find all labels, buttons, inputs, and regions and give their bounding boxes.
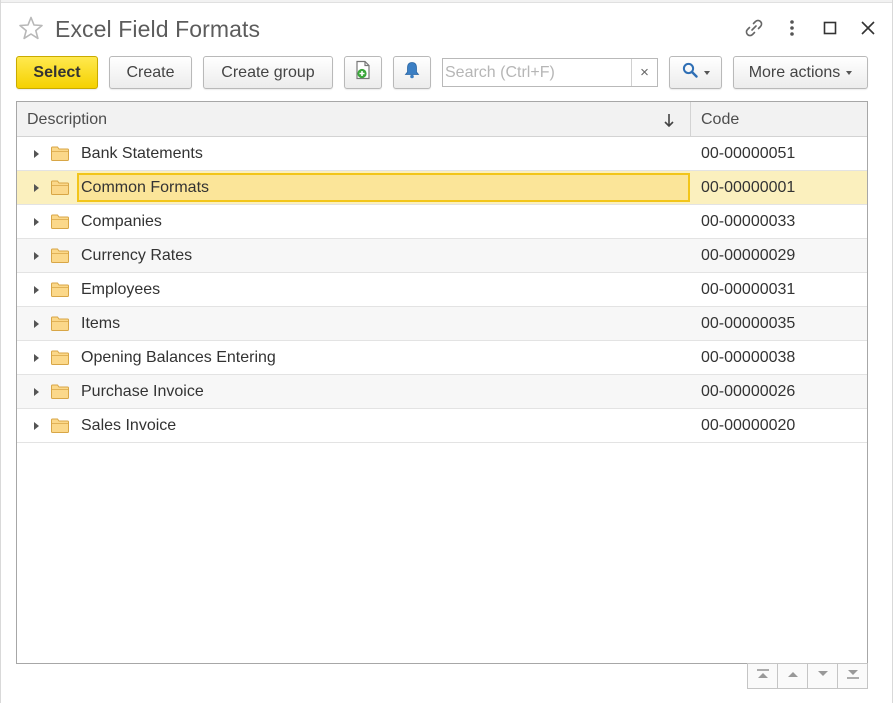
table-row[interactable]: Currency Rates 00-00000029 — [17, 239, 867, 273]
column-header-description[interactable]: Description — [27, 102, 107, 137]
row-description: Sales Invoice — [81, 417, 177, 434]
folder-icon — [51, 146, 69, 161]
previous-page-button[interactable] — [777, 663, 808, 689]
row-description: Employees — [81, 281, 161, 298]
row-description: Opening Balances Entering — [81, 349, 276, 366]
search-input[interactable] — [445, 61, 631, 84]
star-icon[interactable] — [18, 15, 44, 41]
search-field: × — [442, 58, 658, 87]
add-document-button[interactable] — [344, 56, 382, 89]
folder-icon — [51, 350, 69, 365]
row-code: 00-00000051 — [701, 145, 796, 162]
table-row[interactable]: Purchase Invoice 00-00000026 — [17, 375, 867, 409]
row-description: Bank Statements — [81, 145, 203, 162]
row-description: Purchase Invoice — [81, 383, 204, 400]
title-bar: Excel Field Formats — [0, 6, 893, 52]
expand-arrow-icon[interactable] — [34, 388, 39, 396]
last-page-button[interactable] — [837, 663, 868, 689]
row-code: 00-00000031 — [701, 281, 796, 298]
window-title: Excel Field Formats — [55, 16, 261, 42]
table-header: Description Code — [17, 102, 867, 137]
expand-arrow-icon[interactable] — [34, 320, 39, 328]
folder-icon — [51, 248, 69, 263]
column-divider[interactable] — [690, 102, 691, 137]
add-document-icon — [354, 60, 372, 85]
search-icon — [682, 62, 698, 83]
expand-arrow-icon[interactable] — [34, 286, 39, 294]
folder-icon — [51, 384, 69, 399]
toolbar: Select Create Create group × More action… — [0, 56, 893, 90]
close-icon[interactable] — [855, 14, 881, 42]
expand-arrow-icon[interactable] — [34, 252, 39, 260]
clear-icon: × — [640, 64, 649, 81]
expand-arrow-icon[interactable] — [34, 218, 39, 226]
create-button[interactable]: Create — [109, 56, 192, 89]
table-row[interactable]: Companies 00-00000033 — [17, 205, 867, 239]
row-description: Items — [81, 315, 121, 332]
next-page-icon — [815, 667, 831, 685]
table-row[interactable]: Opening Balances Entering 00-00000038 — [17, 341, 867, 375]
table-row[interactable]: Items 00-00000035 — [17, 307, 867, 341]
data-table: Description Code Bank Statements 00-00000… — [16, 101, 868, 664]
row-code: 00-00000026 — [701, 383, 796, 400]
previous-page-icon — [785, 667, 801, 685]
folder-icon — [51, 214, 69, 229]
next-page-button[interactable] — [807, 663, 838, 689]
maximize-icon[interactable] — [817, 14, 843, 42]
row-code: 00-00000035 — [701, 315, 796, 332]
folder-icon — [51, 282, 69, 297]
top-strip — [0, 0, 893, 3]
window-border-left — [0, 0, 1, 703]
last-page-icon — [845, 667, 861, 685]
chevron-down-icon — [703, 70, 710, 75]
more-actions-label: More actions — [748, 63, 841, 81]
sort-descending-icon[interactable] — [661, 111, 677, 129]
row-description: Currency Rates — [81, 247, 193, 264]
table-row[interactable]: Bank Statements 00-00000051 — [17, 137, 867, 171]
row-description: Companies — [81, 213, 162, 230]
table-row[interactable]: Sales Invoice 00-00000020 — [17, 409, 867, 443]
table-row[interactable]: Common Formats 00-00000001 — [17, 171, 867, 205]
clear-search-button[interactable]: × — [631, 59, 657, 86]
first-page-button[interactable] — [747, 663, 778, 689]
table-body: Bank Statements 00-00000051 Common Formats… — [17, 137, 867, 443]
row-code: 00-00000029 — [701, 247, 796, 264]
expand-arrow-icon[interactable] — [34, 354, 39, 362]
column-header-code[interactable]: Code — [701, 102, 739, 137]
row-description: Common Formats — [81, 179, 210, 196]
folder-icon — [51, 180, 69, 195]
more-actions-button[interactable]: More actions — [733, 56, 868, 89]
table-row[interactable]: Employees 00-00000031 — [17, 273, 867, 307]
more-vertical-icon[interactable] — [779, 14, 805, 42]
chevron-down-icon — [846, 70, 853, 75]
row-code: 00-00000020 — [701, 417, 796, 434]
row-code: 00-00000038 — [701, 349, 796, 366]
folder-icon — [51, 418, 69, 433]
create-group-button[interactable]: Create group — [203, 56, 333, 89]
select-button[interactable]: Select — [16, 56, 98, 89]
row-code: 00-00000001 — [701, 179, 796, 196]
row-code: 00-00000033 — [701, 213, 796, 230]
expand-arrow-icon[interactable] — [34, 150, 39, 158]
first-page-icon — [755, 667, 771, 685]
notification-button[interactable] — [393, 56, 431, 89]
folder-icon — [51, 316, 69, 331]
expand-arrow-icon[interactable] — [34, 422, 39, 430]
expand-arrow-icon[interactable] — [34, 184, 39, 192]
link-icon[interactable] — [741, 14, 767, 42]
search-options-button[interactable] — [669, 56, 722, 89]
bell-icon — [403, 60, 421, 85]
